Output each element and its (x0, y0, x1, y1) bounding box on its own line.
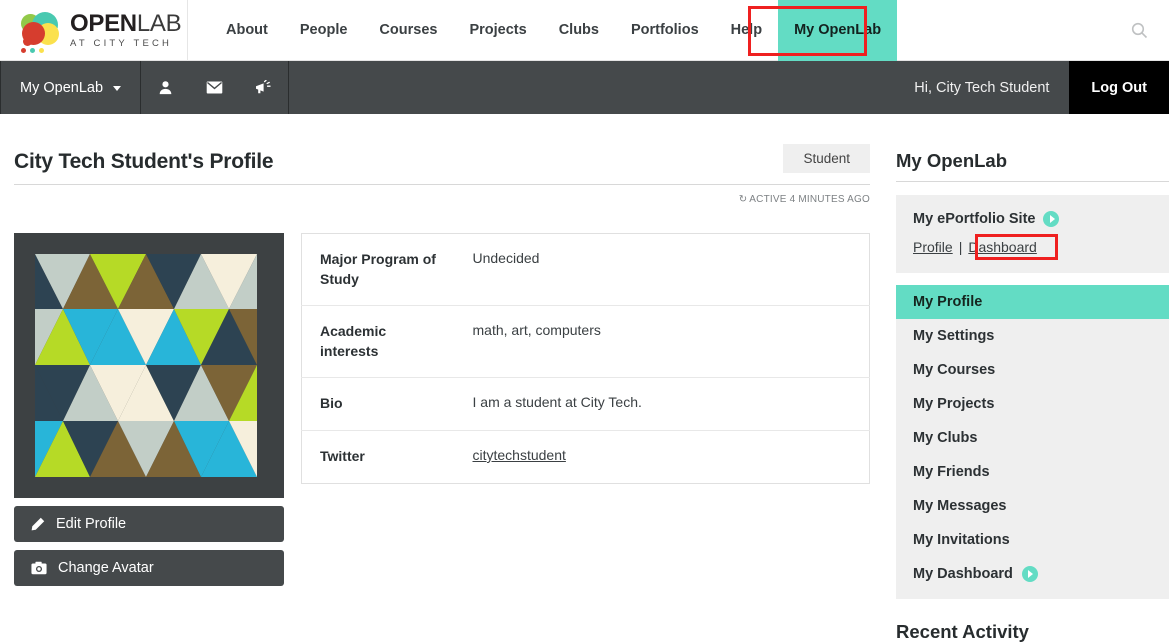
last-active-text: ACTIVE 4 MINUTES AGO (749, 194, 870, 205)
sidebar-item-my-friends[interactable]: My Friends (896, 455, 1169, 489)
sidebar-item-my-projects[interactable]: My Projects (896, 387, 1169, 421)
sidebar-item-my-invitations[interactable]: My Invitations (896, 523, 1169, 557)
nav-item-courses[interactable]: Courses (363, 0, 453, 61)
profile-details-table: Major Program of Study Undecided Academi… (301, 233, 870, 484)
nav-item-projects[interactable]: Projects (453, 0, 542, 61)
sidebar-item-my-settings[interactable]: My Settings (896, 319, 1169, 353)
avatar-column: Edit Profile Change Avatar (14, 233, 284, 586)
refresh-icon: ↻ (738, 194, 748, 205)
adminbar-icon-group (141, 61, 288, 114)
field-label: Bio (301, 377, 455, 431)
sidebar-item-my-messages[interactable]: My Messages (896, 489, 1169, 523)
top-header-bar: OPENLAB AT CITY TECH About People Course… (0, 0, 1169, 61)
page-body: City Tech Student's Profile Student ↻ ACT… (0, 114, 1169, 643)
admin-bar: My OpenLab Hi, City Tech Student Log Out (0, 61, 1169, 114)
pencil-icon (31, 517, 45, 531)
avatar-frame (14, 233, 284, 498)
search-button[interactable] (1109, 0, 1169, 60)
last-active-status: ↻ ACTIVE 4 MINUTES AGO (14, 185, 870, 205)
field-value-cell: citytechstudent (455, 430, 870, 483)
megaphone-icon (255, 80, 271, 94)
logo-tagline: AT CITY TECH (70, 38, 173, 50)
main-navigation: About People Courses Projects Clubs Port… (210, 0, 898, 61)
eportfolio-title-row[interactable]: My ePortfolio Site (913, 211, 1154, 227)
eportfolio-panel: My ePortfolio Site Profile | Dashboard (896, 195, 1169, 273)
avatar[interactable] (35, 254, 257, 477)
arrow-right-circle-icon (1043, 211, 1060, 227)
logout-button[interactable]: Log Out (1069, 61, 1169, 114)
sidebar-menu: My Profile My Settings My Courses My Pro… (896, 285, 1169, 599)
sidebar-item-my-profile[interactable]: My Profile (896, 285, 1169, 319)
nav-item-about[interactable]: About (210, 0, 284, 61)
member-type-badge: Student (783, 144, 870, 173)
arrow-right-circle-icon (1021, 566, 1038, 582)
field-label: Major Program of Study (301, 233, 455, 307)
site-logo[interactable]: OPENLAB AT CITY TECH (0, 0, 188, 61)
chevron-down-icon (113, 86, 122, 91)
adminbar-greeting[interactable]: Hi, City Tech Student (894, 61, 1069, 114)
recent-activity-heading: Recent Activity (896, 621, 1169, 643)
sidebar-item-my-clubs[interactable]: My Clubs (896, 421, 1169, 455)
table-row: Academic interests math, art, computers (301, 305, 870, 379)
sidebar-heading: My OpenLab (896, 150, 1169, 182)
profile-body: Edit Profile Change Avatar Major Program (14, 233, 870, 586)
adminbar-my-openlab-label: My OpenLab (20, 79, 104, 96)
sidebar-item-my-courses[interactable]: My Courses (896, 353, 1169, 387)
page-title: City Tech Student's Profile (14, 150, 274, 173)
logo-open: OPEN (70, 10, 137, 38)
change-avatar-button[interactable]: Change Avatar (14, 550, 284, 586)
sidebar-item-my-dashboard[interactable]: My Dashboard (896, 557, 1169, 591)
adminbar-account-area: Hi, City Tech Student Log Out (894, 61, 1169, 114)
sidebar: My OpenLab My ePortfolio Site Profile | … (896, 114, 1169, 643)
field-value: Undecided (454, 233, 870, 307)
user-icon (159, 81, 172, 95)
nav-item-my-openlab[interactable]: My OpenLab (778, 0, 898, 61)
field-label: Twitter (320, 447, 365, 464)
profile-details-column: Major Program of Study Undecided Academi… (301, 233, 870, 586)
search-icon (1131, 22, 1147, 38)
recent-activity-section: Recent Activity (896, 621, 1169, 643)
logo-lab: LAB (136, 10, 182, 38)
table-row: Twitter citytechstudent (302, 430, 870, 483)
nav-item-portfolios[interactable]: Portfolios (615, 0, 715, 61)
eportfolio-dashboard-link[interactable]: Dashboard (968, 239, 1037, 255)
adminbar-my-openlab-menu[interactable]: My OpenLab (1, 61, 140, 114)
nav-item-clubs[interactable]: Clubs (543, 0, 615, 61)
envelope-icon (206, 81, 223, 94)
edit-profile-label: Edit Profile (56, 516, 127, 532)
field-label: Academic interests (301, 305, 455, 379)
eportfolio-title: My ePortfolio Site (913, 211, 1036, 227)
adminbar-messages-button[interactable] (190, 61, 239, 114)
camera-icon (31, 561, 47, 575)
nav-item-help[interactable]: Help (715, 0, 778, 61)
link-separator: | (958, 239, 963, 255)
eportfolio-profile-link[interactable]: Profile (913, 239, 953, 255)
table-row: Bio I am a student at City Tech. (301, 377, 870, 431)
table-row: Major Program of Study Undecided (301, 233, 870, 307)
profile-header: City Tech Student's Profile Student (14, 144, 870, 185)
logo-wordmark: OPENLAB AT CITY TECH (70, 10, 182, 50)
change-avatar-label: Change Avatar (58, 560, 154, 576)
nav-item-people[interactable]: People (284, 0, 364, 61)
field-value: math, art, computers (454, 305, 870, 379)
field-value: I am a student at City Tech. (454, 377, 870, 431)
logo-dots (21, 47, 44, 53)
openlab-logo-icon (18, 10, 62, 53)
sidebar-item-label: My Dashboard (913, 566, 1013, 582)
adminbar-profile-button[interactable] (141, 61, 190, 114)
twitter-link[interactable]: citytechstudent (473, 447, 566, 463)
eportfolio-links: Profile | Dashboard (913, 234, 1154, 260)
adminbar-notifications-button[interactable] (239, 61, 288, 114)
main-content: City Tech Student's Profile Student ↻ ACT… (14, 114, 870, 643)
edit-profile-button[interactable]: Edit Profile (14, 506, 284, 542)
